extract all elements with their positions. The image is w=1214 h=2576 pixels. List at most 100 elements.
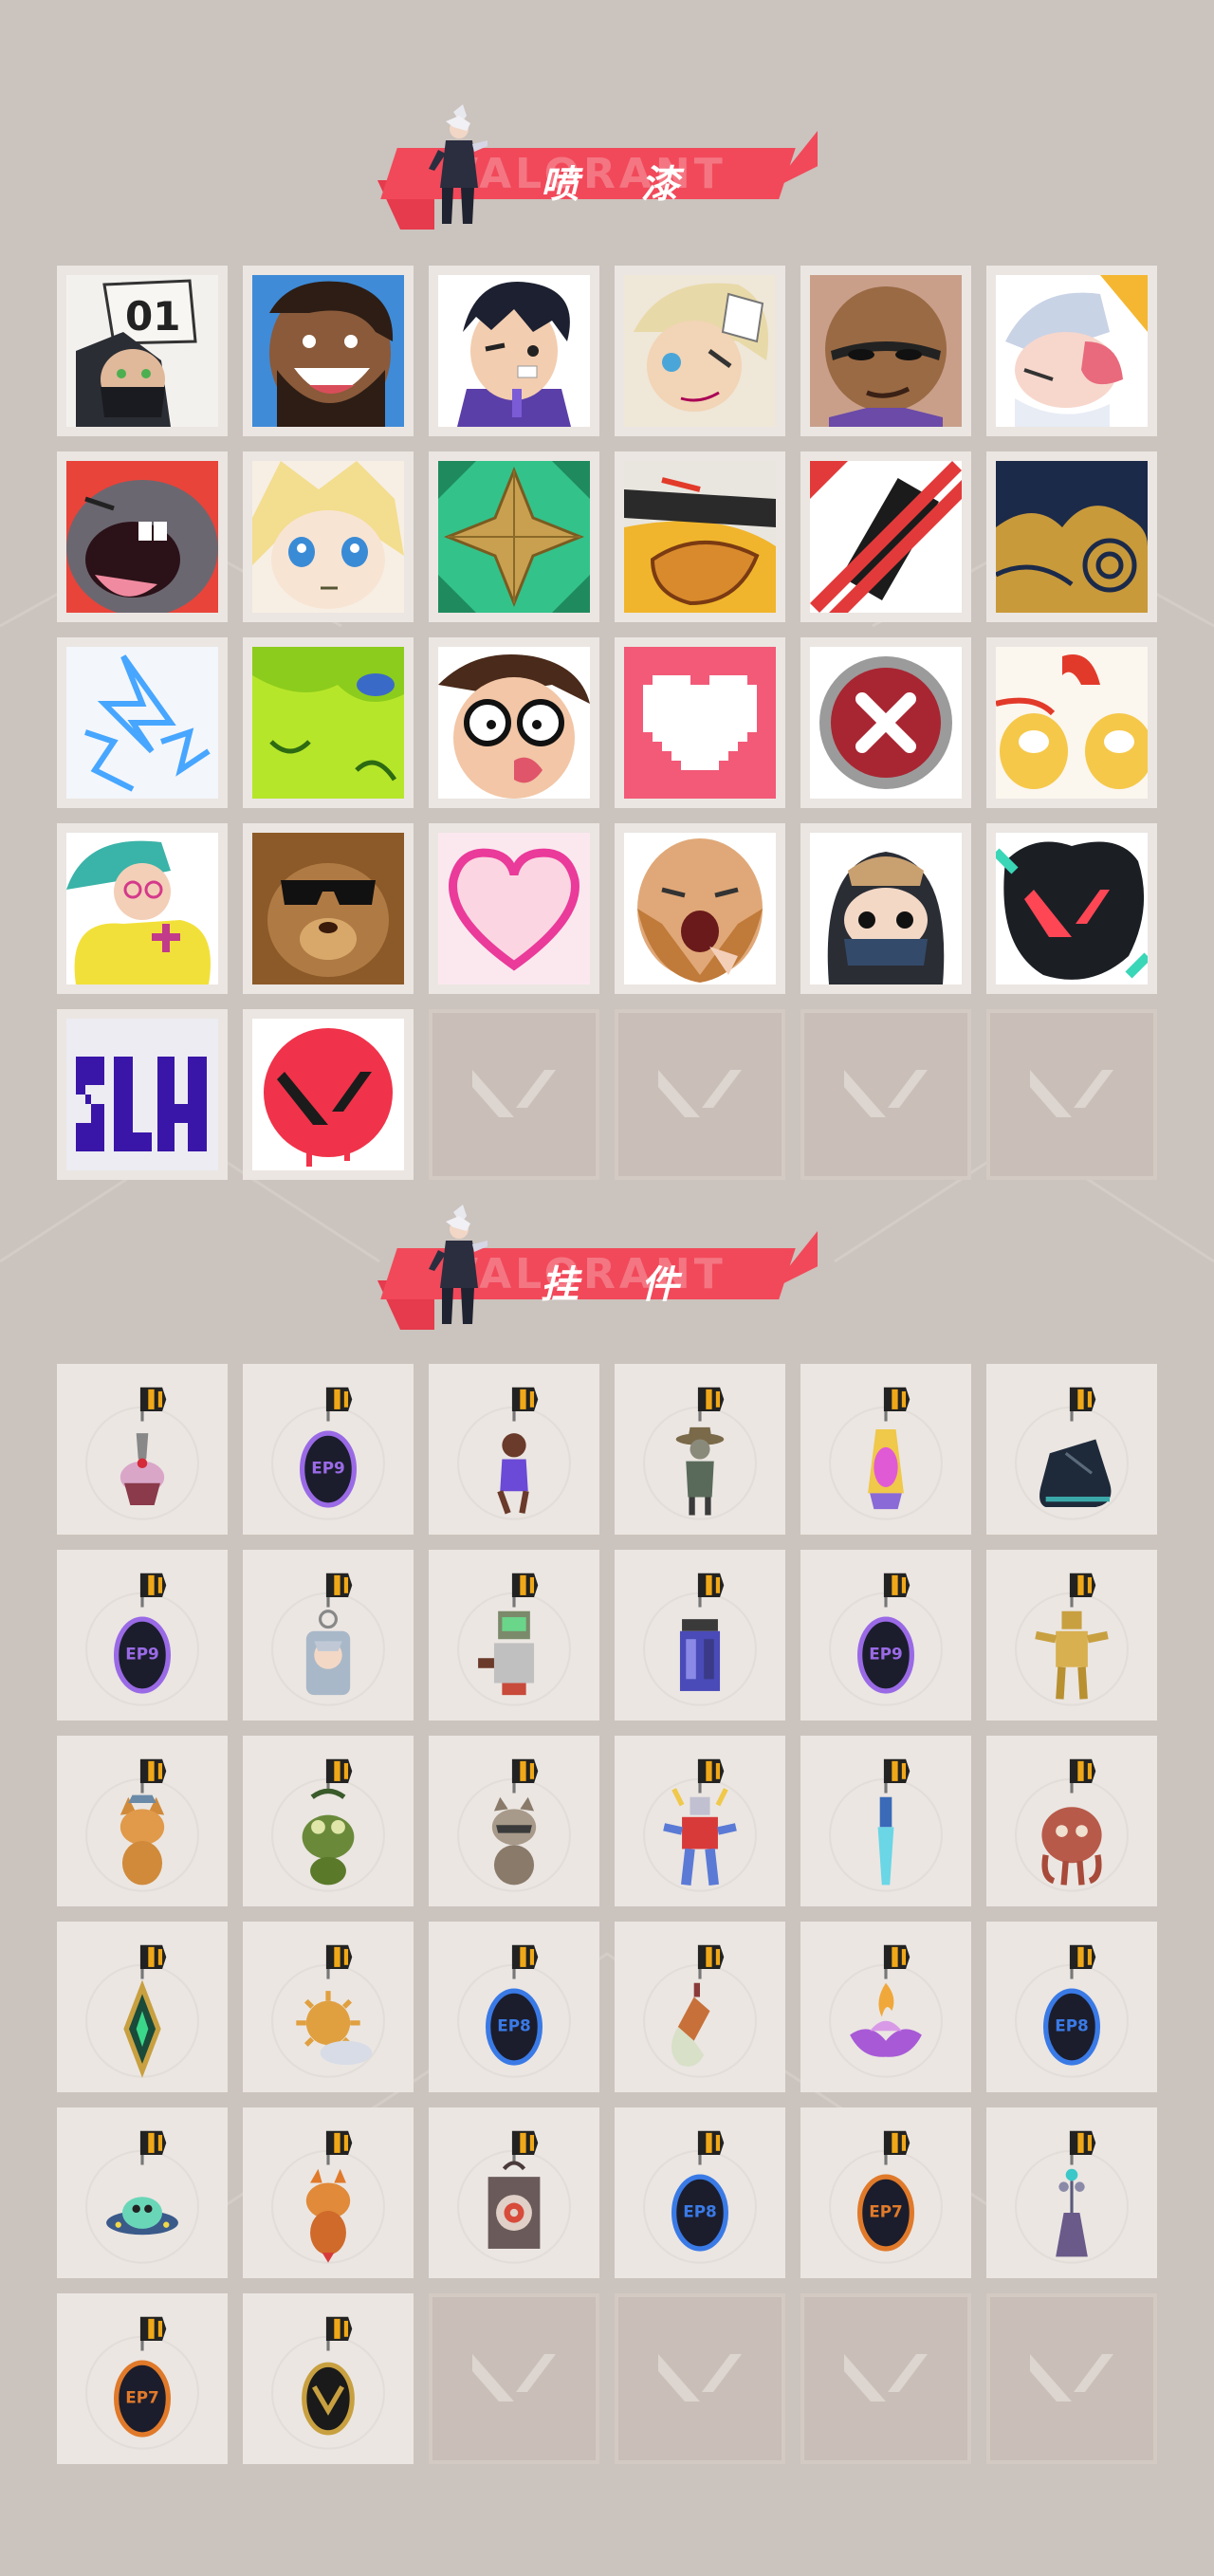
spray-tile[interactable] <box>986 451 1157 622</box>
empty-spray-slot <box>615 1009 785 1180</box>
spray-tile[interactable] <box>986 823 1157 994</box>
charm-tile[interactable] <box>986 1364 1157 1535</box>
flame-lotus-charm-icon <box>829 1944 943 2078</box>
charm-tile[interactable]: EP9 <box>57 1550 228 1720</box>
charm-tile[interactable]: EP9 <box>800 1550 971 1720</box>
ep8-medal-charm-icon: EP8 <box>457 1944 571 2078</box>
spray-tile[interactable] <box>615 266 785 436</box>
charm-tile[interactable]: EP9 <box>243 1364 414 1535</box>
charm-tile[interactable] <box>429 1550 599 1720</box>
ep9-medal-charm-icon: EP9 <box>829 1573 943 1706</box>
charm-tile[interactable] <box>243 2293 414 2464</box>
empty-charm-slot <box>429 2293 599 2464</box>
spray-tile[interactable] <box>243 451 414 622</box>
spray-tile[interactable] <box>986 637 1157 808</box>
spray-tile[interactable] <box>800 266 971 436</box>
spray-tile[interactable] <box>615 451 785 622</box>
charm-tile[interactable] <box>986 2107 1157 2278</box>
empty-charm-slot <box>986 2293 1157 2464</box>
octopus-charm-icon <box>1015 1758 1129 1892</box>
charm-tile[interactable] <box>57 1736 228 1906</box>
spray-tile[interactable] <box>800 823 971 994</box>
charm-tile[interactable] <box>57 2107 228 2278</box>
charm-tile[interactable]: EP7 <box>57 2293 228 2464</box>
sun-cloud-charm-icon <box>271 1944 385 2078</box>
pixel-heart-spray-icon <box>624 647 776 799</box>
empty-slot-icon <box>658 2354 742 2401</box>
charm-tile[interactable] <box>615 1364 785 1535</box>
charm-tile[interactable]: EP8 <box>615 2107 785 2278</box>
spray-tile[interactable] <box>615 823 785 994</box>
charm-tile[interactable] <box>615 1736 785 1906</box>
svg-text:EP9: EP9 <box>125 1644 159 1663</box>
neon-bolts-spray-icon <box>66 647 218 799</box>
charm-tile[interactable] <box>243 1736 414 1906</box>
charm-tile[interactable] <box>57 1922 228 2092</box>
spray-tile[interactable] <box>57 451 228 622</box>
spray-tile[interactable] <box>429 266 599 436</box>
agent-figure-charm-icon <box>457 1387 571 1520</box>
charm-tile[interactable] <box>615 1550 785 1720</box>
spray-tile[interactable] <box>429 823 599 994</box>
cowboy-figure-charm-icon <box>643 1387 757 1520</box>
neon-heart-spray-icon <box>438 833 590 984</box>
winking-agent-spray-icon <box>438 275 590 427</box>
charm-tile[interactable] <box>800 1736 971 1906</box>
spray-tile[interactable] <box>243 637 414 808</box>
spray-tile[interactable]: 01 <box>57 266 228 436</box>
charm-tile[interactable] <box>986 1550 1157 1720</box>
sprays-grid: 01 <box>57 266 1157 1180</box>
charm-tile[interactable]: EP8 <box>429 1922 599 2092</box>
empty-slot-icon <box>472 1070 556 1117</box>
spray-tile[interactable] <box>243 823 414 994</box>
sneaker-charm-icon <box>1015 1387 1129 1520</box>
empty-spray-slot <box>986 1009 1157 1180</box>
orange-creature-charm-icon <box>271 2130 385 2264</box>
golden-clouds-spray-icon <box>996 461 1148 613</box>
smug-agent-spray-icon <box>810 275 962 427</box>
raccoon-charm-icon <box>457 1758 571 1892</box>
ep8-medal-charm-icon: EP8 <box>1015 1944 1129 2078</box>
empty-spray-slot <box>800 1009 971 1180</box>
spray-tile[interactable] <box>615 637 785 808</box>
charm-tile[interactable] <box>243 2107 414 2278</box>
charm-tile[interactable] <box>57 1364 228 1535</box>
gold-star-spray-icon <box>438 461 590 613</box>
spray-tile[interactable] <box>986 266 1157 436</box>
charms-grid: EP9 EP9 EP9 EP8 EP8 EP8 EP7 EP7 <box>57 1364 1157 2464</box>
charm-tile[interactable] <box>429 1364 599 1535</box>
target-bag-charm-icon <box>457 2130 571 2264</box>
masked-agent-01-spray-icon: 01 <box>66 275 218 427</box>
spray-tile[interactable] <box>429 451 599 622</box>
spray-tile[interactable] <box>57 823 228 994</box>
empty-slot-icon <box>658 1070 742 1117</box>
crying-agent-spray-icon <box>996 275 1148 427</box>
spray-tile[interactable] <box>57 1009 228 1180</box>
spray-tile[interactable] <box>243 266 414 436</box>
charm-tile[interactable] <box>243 1922 414 2092</box>
charm-tile[interactable] <box>986 1736 1157 1906</box>
hooded-chibi-spray-icon <box>810 833 962 984</box>
empty-slot-icon <box>844 2354 928 2401</box>
empty-slot-icon <box>1030 1070 1113 1117</box>
charm-tile[interactable]: EP7 <box>800 2107 971 2278</box>
spray-tile[interactable] <box>800 451 971 622</box>
empty-slot-icon <box>844 1070 928 1117</box>
duck-bill-spray-icon <box>624 461 776 613</box>
charm-tile[interactable] <box>243 1550 414 1720</box>
charm-tile[interactable] <box>429 2107 599 2278</box>
charm-tile[interactable] <box>800 1364 971 1535</box>
charm-tile[interactable] <box>615 1922 785 2092</box>
spray-tile[interactable] <box>57 637 228 808</box>
charm-tile[interactable] <box>429 1736 599 1906</box>
charm-tile[interactable] <box>800 1922 971 2092</box>
cupcake-charm-icon <box>85 1387 199 1520</box>
charms-section-title: 挂 件 <box>541 1263 704 1307</box>
spray-tile[interactable] <box>243 1009 414 1180</box>
screaming-creature-spray-icon <box>66 461 218 613</box>
svg-text:01: 01 <box>125 293 180 340</box>
spray-tile[interactable] <box>800 637 971 808</box>
charm-tile[interactable]: EP8 <box>986 1922 1157 2092</box>
spray-tile[interactable] <box>429 637 599 808</box>
green-slime-spray-icon <box>252 647 404 799</box>
